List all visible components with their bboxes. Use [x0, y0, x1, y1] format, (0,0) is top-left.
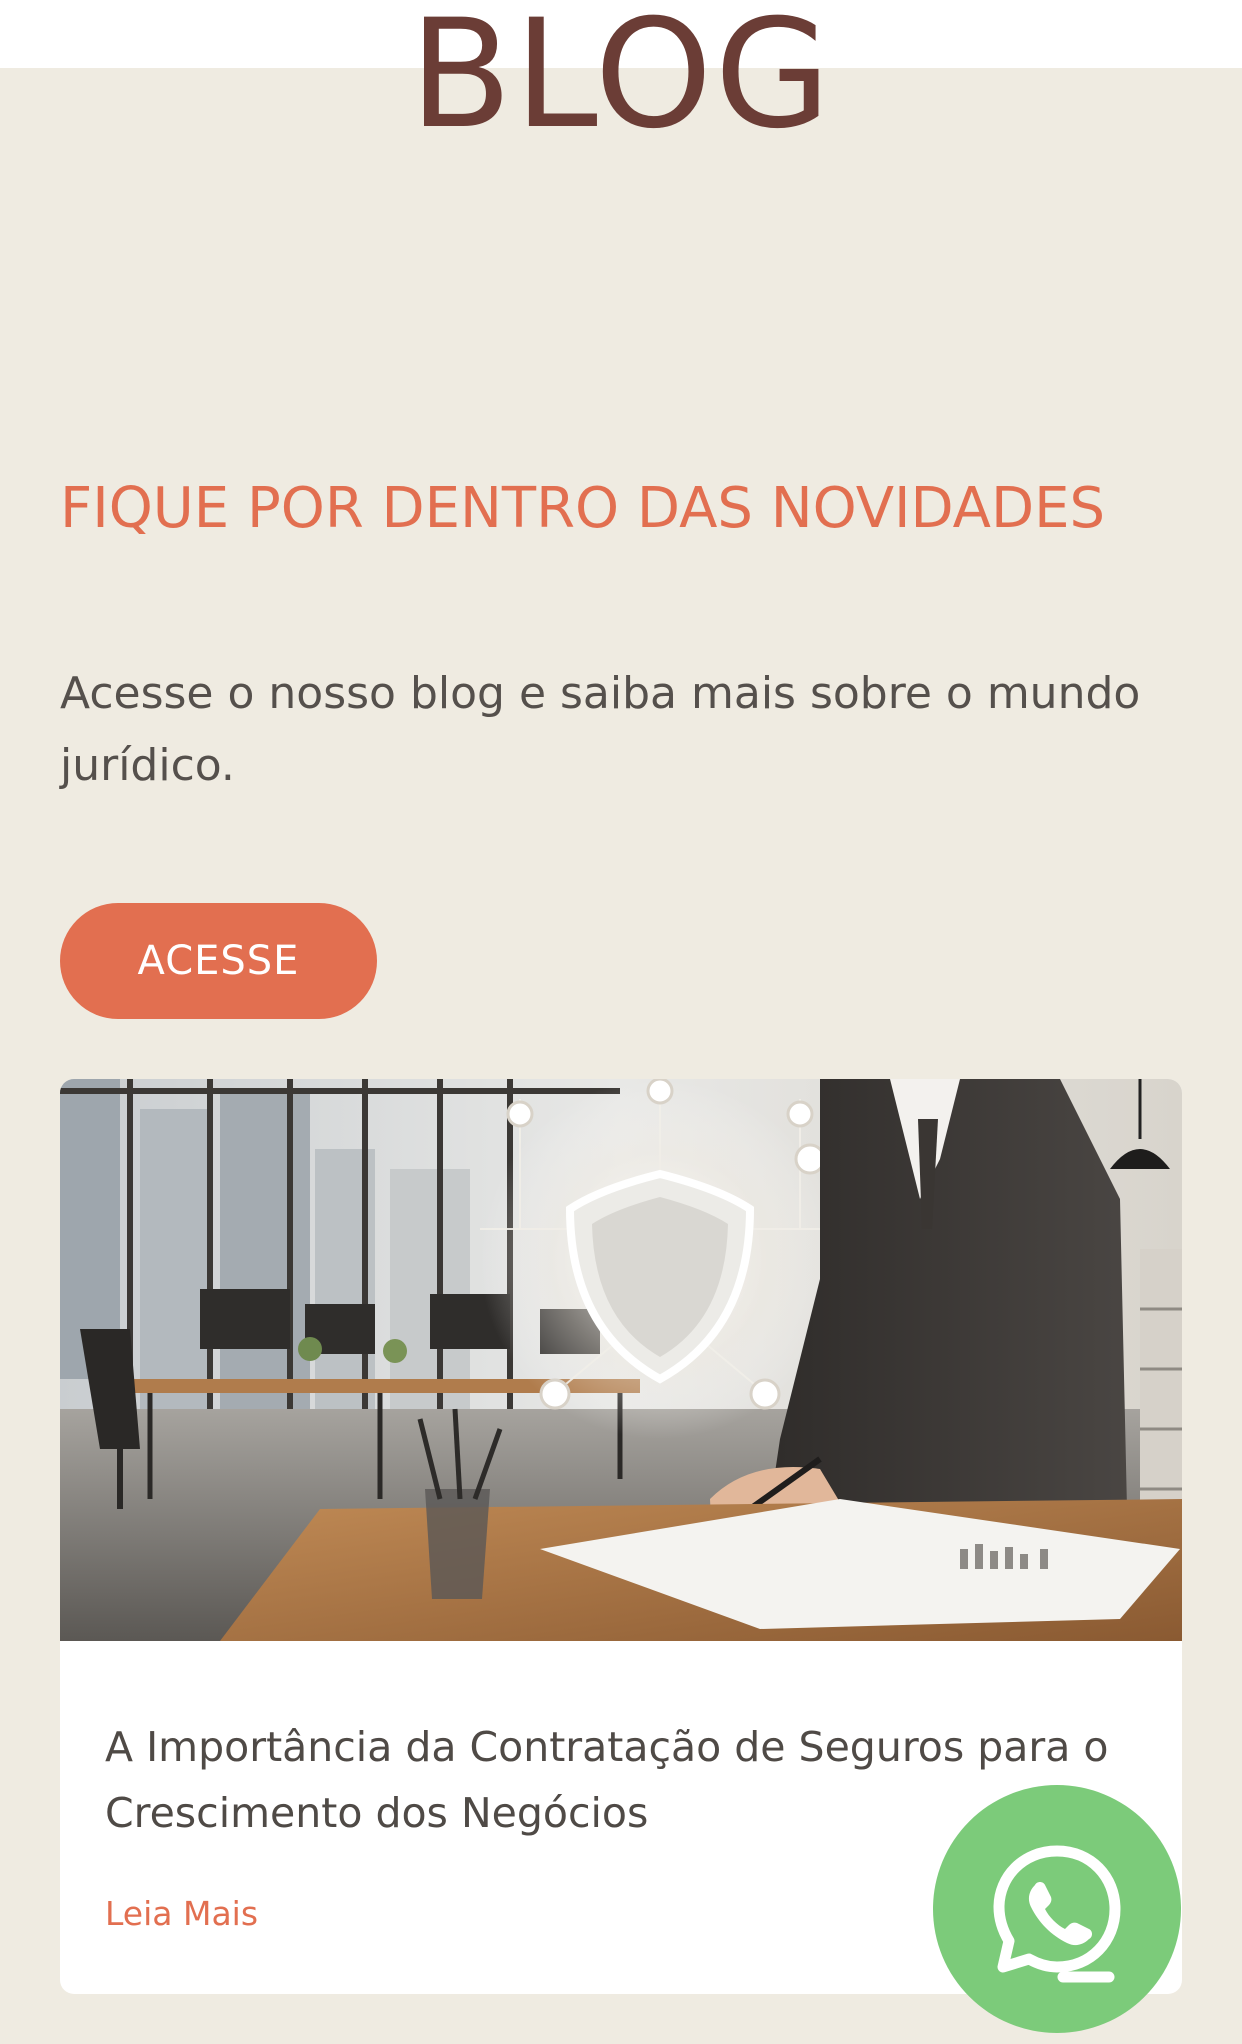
acesse-button[interactable]: ACESSE: [60, 903, 377, 1019]
post-thumbnail[interactable]: [60, 1079, 1182, 1641]
read-more-link[interactable]: Leia Mais: [105, 1894, 258, 1933]
page-title: BLOG: [409, 0, 833, 162]
whatsapp-icon: [993, 1845, 1121, 1983]
whatsapp-button[interactable]: [933, 1785, 1181, 2033]
section-heading: FIQUE POR DENTRO DAS NOVIDADES: [60, 476, 1106, 541]
section-description: Acesse o nosso blog e saiba mais sobre o…: [60, 668, 1141, 791]
